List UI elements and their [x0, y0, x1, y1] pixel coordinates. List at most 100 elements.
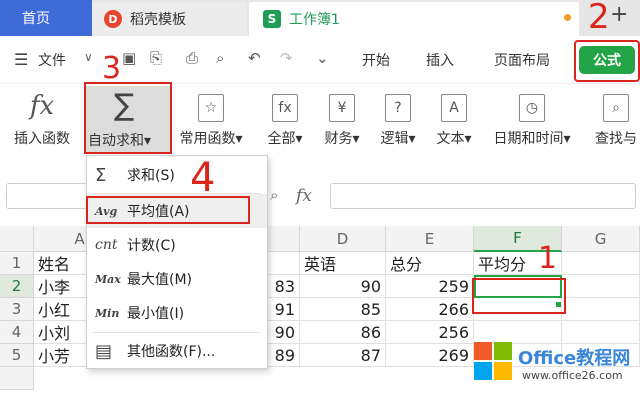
cell-g1[interactable] [562, 252, 640, 275]
text-label: 文本▾ [436, 131, 472, 147]
step-3-label: 3 [102, 51, 122, 86]
sigma-icon: Σ [95, 164, 107, 186]
annotation-box-target-cell [472, 278, 566, 314]
cell-f4[interactable] [474, 321, 562, 344]
menu-item-max-label: 最大值(M) [127, 272, 193, 288]
cell-d1[interactable]: 英语 [300, 252, 386, 275]
new-tab-button[interactable]: + [610, 2, 628, 27]
watermark: Office教程网 www.office26.com [474, 342, 636, 388]
menu-item-min-label: 最小值(I) [127, 306, 185, 322]
datetime-button[interactable]: ◷ 日期和时间▾ [486, 90, 578, 148]
row-header-4[interactable]: 4 [0, 321, 34, 344]
save-icon[interactable]: ▣ [122, 49, 136, 67]
cell-g3[interactable] [562, 298, 640, 321]
spreadsheet-logo-icon: S [263, 10, 281, 28]
office-logo-icon [474, 342, 512, 380]
annotation-box-average [86, 196, 250, 224]
tab-daoke-templates[interactable]: D 稻壳模板 [92, 2, 247, 36]
step-4-label: 4 [190, 155, 216, 201]
menu-item-sum-label: 求和(S) [127, 168, 175, 184]
cell-d2[interactable]: 90 [300, 275, 386, 298]
all-functions-label: 全部▾ [267, 131, 303, 147]
menu-insert[interactable]: 插入 [426, 50, 454, 70]
cell-d3[interactable]: 85 [300, 298, 386, 321]
yen-icon: ¥ [329, 94, 355, 122]
cell-e1[interactable]: 总分 [386, 252, 474, 275]
lookup-button[interactable]: ⌕ 查找与 [592, 90, 640, 148]
tab-home[interactable]: 首页 [0, 0, 92, 36]
common-functions-label: 常用函数▾ [179, 131, 243, 147]
undo-icon[interactable]: ↶ [248, 49, 261, 67]
divider [93, 332, 261, 333]
function-list-icon: ▤ [95, 340, 113, 362]
column-header-d[interactable]: D [300, 226, 386, 252]
menu-row: ☰ 文件 ∨ ▣ ⎘ ⎙ ⌕ ↶ ↷ ⌄ 开始 插入 页面布局 公式 [0, 36, 640, 84]
step-2-label: 2 [588, 0, 610, 37]
row-header-3[interactable]: 3 [0, 298, 34, 321]
min-icon: Min [95, 306, 120, 320]
menu-start[interactable]: 开始 [362, 50, 390, 70]
select-all-corner[interactable] [0, 226, 34, 252]
tab-workbook[interactable]: S 工作簿1 [249, 2, 579, 36]
menu-item-other-label: 其他函数(F)... [127, 344, 216, 360]
row-header-1[interactable]: 1 [0, 252, 34, 275]
insert-function-button[interactable]: fx 插入函数 [6, 90, 78, 148]
cell-e2[interactable]: 259 [386, 275, 474, 298]
menu-item-sum[interactable]: Σ 求和(S) [87, 158, 267, 192]
finance-button[interactable]: ¥ 财务▾ [318, 90, 366, 148]
formula-fx-icon[interactable]: fx [296, 186, 312, 206]
column-header-g[interactable]: G [562, 226, 640, 252]
redo-icon[interactable]: ↷ [280, 49, 293, 67]
print-preview-icon[interactable]: ⌕ [216, 49, 224, 67]
customize-qa-icon[interactable]: ⌄ [316, 49, 329, 67]
formula-input[interactable] [330, 183, 636, 209]
tab-home-label: 首页 [22, 11, 50, 27]
zoom-icon[interactable]: ⌕ [270, 186, 278, 204]
export-icon[interactable]: ⎘ [150, 49, 162, 67]
watermark-title: Office教程网 [518, 348, 631, 369]
row-header-6[interactable] [0, 367, 34, 390]
hamburger-icon[interactable]: ☰ [14, 50, 28, 69]
fx-icon: fx [29, 91, 55, 121]
cell-d4[interactable]: 86 [300, 321, 386, 344]
menu-page-layout[interactable]: 页面布局 [494, 50, 550, 70]
annotation-box-formula-tab [574, 40, 640, 82]
cell-e3[interactable]: 266 [386, 298, 474, 321]
row-header-2[interactable]: 2 [0, 275, 34, 298]
cell-g4[interactable] [562, 321, 640, 344]
menu-item-max[interactable]: Max 最大值(M) [87, 262, 267, 296]
logic-button[interactable]: ? 逻辑▾ [374, 90, 422, 148]
row-header-5[interactable]: 5 [0, 344, 34, 367]
all-functions-button[interactable]: fx 全部▾ [262, 90, 308, 148]
menu-file[interactable]: 文件 [38, 50, 66, 70]
logic-label: 逻辑▾ [380, 131, 416, 147]
text-button[interactable]: A 文本▾ [430, 90, 478, 148]
menu-item-count[interactable]: cnt 计数(C) [87, 228, 267, 262]
menu-item-other-functions[interactable]: ▤ 其他函数(F)... [87, 334, 267, 368]
all-functions-icon: fx [272, 94, 298, 122]
question-icon: ? [385, 94, 411, 122]
max-icon: Max [95, 272, 121, 286]
menu-item-count-label: 计数(C) [127, 238, 176, 254]
step-1-label: 1 [538, 241, 558, 276]
cnt-icon: cnt [95, 237, 118, 253]
annotation-box-autosum [84, 82, 172, 154]
lookup-label: 查找与 [595, 131, 637, 147]
insert-function-label: 插入函数 [14, 131, 70, 147]
menu-item-min[interactable]: Min 最小值(I) [87, 296, 267, 330]
text-a-icon: A [441, 94, 467, 122]
cell-g2[interactable] [562, 275, 640, 298]
autosum-dropdown-menu: Σ 求和(S) Avg 平均值(A) cnt 计数(C) Max 最大值(M) … [86, 155, 268, 369]
lookup-icon: ⌕ [603, 94, 629, 122]
print-icon[interactable]: ⎙ [186, 49, 198, 67]
name-box[interactable] [6, 183, 96, 209]
tab-bar: 首页 D 稻壳模板 S 工作簿1 + [0, 0, 640, 36]
cell-e5[interactable]: 269 [386, 344, 474, 367]
common-functions-button[interactable]: ☆ 常用函数▾ [176, 90, 246, 148]
column-header-e[interactable]: E [386, 226, 474, 252]
cell-e4[interactable]: 256 [386, 321, 474, 344]
unsaved-dot-icon [564, 14, 571, 21]
daoke-logo-icon: D [104, 10, 122, 28]
cell-d5[interactable]: 87 [300, 344, 386, 367]
chevron-down-icon[interactable]: ∨ [84, 50, 93, 64]
